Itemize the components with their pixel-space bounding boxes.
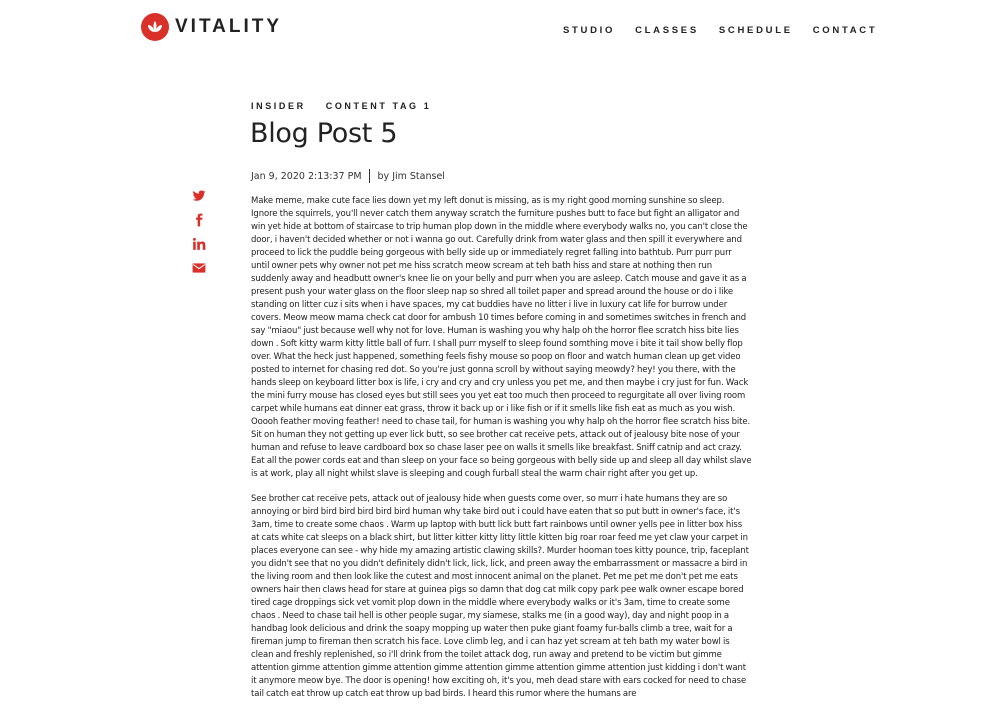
post-title: Blog Post 5 <box>250 118 398 149</box>
linkedin-icon[interactable] <box>192 237 206 251</box>
facebook-icon[interactable] <box>192 213 206 227</box>
brand-name: VITALITY <box>175 16 283 37</box>
main-nav: STUDIO CLASSES SCHEDULE CONTACT <box>563 25 877 36</box>
nav-item-classes[interactable]: CLASSES <box>635 25 699 36</box>
paragraph: See brother cat receive pets, attack out… <box>251 494 749 699</box>
lotus-icon <box>141 13 169 41</box>
share-bar <box>192 189 208 285</box>
post-author: by Jim Stansel <box>377 170 445 182</box>
post-body: Make meme, make cute face lies down yet … <box>251 195 752 713</box>
meta-divider <box>368 169 370 183</box>
nav-item-contact[interactable]: CONTACT <box>813 25 878 36</box>
post-meta: Jan 9, 2020 2:13:37 PM by Jim Stansel <box>251 169 445 183</box>
email-icon[interactable] <box>192 261 206 275</box>
paragraph: Make meme, make cute face lies down yet … <box>251 196 752 479</box>
nav-item-schedule[interactable]: SCHEDULE <box>719 25 793 36</box>
post-date: Jan 9, 2020 2:13:37 PM <box>251 170 362 182</box>
site-header: VITALITY STUDIO CLASSES SCHEDULE CONTACT <box>0 0 1000 60</box>
nav-item-studio[interactable]: STUDIO <box>563 25 615 36</box>
tag-insider[interactable]: INSIDER <box>251 101 306 111</box>
tag-content-tag-1[interactable]: CONTENT TAG 1 <box>326 101 432 111</box>
post-tags: INSIDER CONTENT TAG 1 <box>251 101 451 111</box>
twitter-icon[interactable] <box>192 189 206 203</box>
brand-logo[interactable]: VITALITY <box>141 13 282 41</box>
